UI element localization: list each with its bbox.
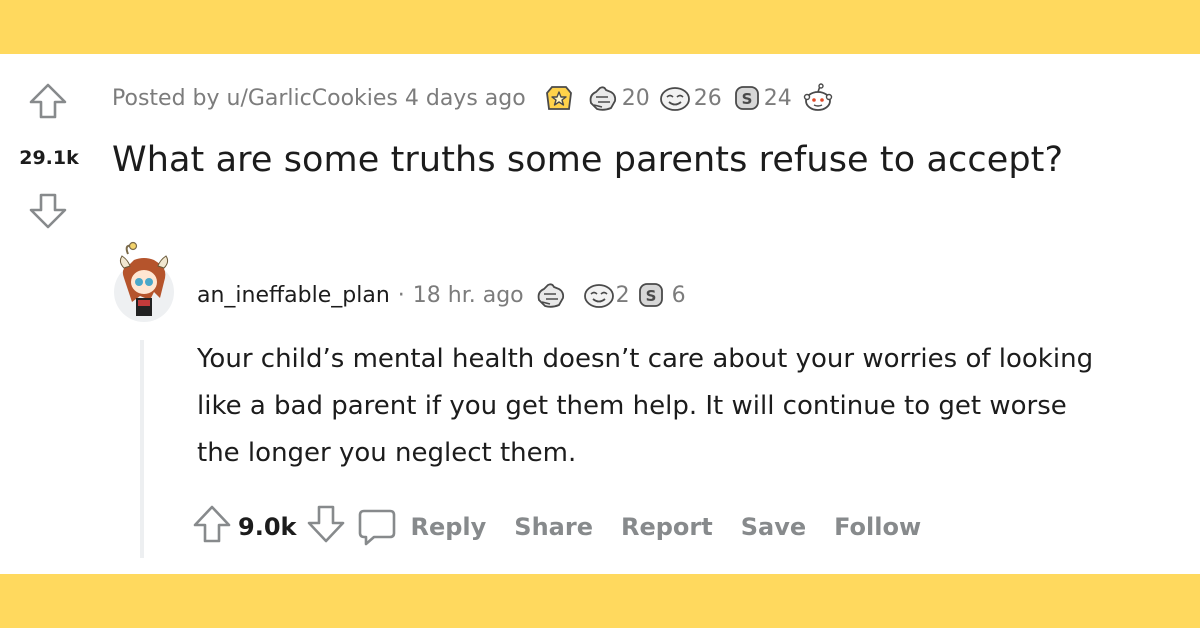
follow-button[interactable]: Follow: [834, 513, 921, 541]
reply-label: Reply: [410, 513, 487, 541]
wholesome-award-icon: [537, 283, 564, 308]
helpful-award-icon: [583, 284, 614, 308]
gold-award-icon: [545, 86, 572, 110]
silver-award-icon: S: [734, 86, 759, 110]
wholesome-award-count: 20: [621, 85, 650, 111]
thread-line[interactable]: [140, 340, 144, 558]
comment-author[interactable]: an_ineffable_plan: [197, 283, 390, 308]
comment-score: 9.0k: [238, 513, 297, 541]
helpful-award-icon: [659, 87, 690, 111]
reply-button[interactable]: Reply: [356, 507, 486, 547]
comment-helpful-award[interactable]: 2: [582, 280, 630, 310]
upvote-arrow-icon: [29, 83, 67, 119]
comment-wholesome-award[interactable]: [534, 280, 568, 310]
silver-award-icon: S: [638, 283, 663, 307]
upvote-arrow-icon: [193, 505, 231, 543]
post-meta-text[interactable]: Posted by u/GarlicCookies 4 days ago: [112, 86, 526, 111]
snoo-award[interactable]: [802, 82, 834, 114]
share-button[interactable]: Share: [514, 513, 593, 541]
downvote-arrow-icon: [29, 193, 67, 229]
comment-timestamp[interactable]: 18 hr. ago: [413, 283, 524, 308]
meta-separator: ·: [397, 282, 405, 308]
comment-helpful-award-count: 2: [615, 282, 630, 308]
post-title[interactable]: What are some truths some parents refuse…: [112, 140, 1063, 180]
svg-text:S: S: [645, 287, 656, 305]
silver-award-count: 24: [763, 85, 792, 111]
wholesome-award[interactable]: 20: [586, 83, 650, 113]
comment-silver-award-count: 6: [671, 282, 686, 308]
wholesome-award-icon: [589, 86, 616, 111]
snoo-award-icon: [803, 83, 832, 111]
comment-downvote-button[interactable]: [306, 503, 346, 551]
silver-award[interactable]: S 24: [732, 83, 792, 113]
post-downvote-button[interactable]: [28, 192, 68, 230]
comment-upvote-button[interactable]: [192, 503, 232, 551]
post-score: 29.1k: [19, 147, 79, 169]
comment-actions: 9.0k Reply Share Report Save Follow: [192, 503, 921, 551]
helpful-award[interactable]: 26: [658, 83, 722, 113]
comment-bubble-icon: [359, 509, 396, 546]
post-card: [0, 54, 1200, 574]
avatar-icon: [114, 241, 174, 322]
comment-body: Your child’s mental health doesn’t care …: [197, 344, 1094, 468]
avatar[interactable]: [110, 238, 178, 324]
post-meta: Posted by u/GarlicCookies 4 days ago 20 …: [112, 82, 834, 114]
report-button[interactable]: Report: [621, 513, 713, 541]
save-button[interactable]: Save: [741, 513, 806, 541]
svg-text:S: S: [741, 90, 752, 108]
downvote-arrow-icon: [308, 505, 345, 543]
comment-silver-award[interactable]: S 6: [636, 280, 686, 310]
comment-meta: an_ineffable_plan · 18 hr. ago 2 S 6: [197, 280, 686, 310]
helpful-award-count: 26: [693, 85, 722, 111]
gold-award[interactable]: [544, 83, 574, 113]
post-upvote-button[interactable]: [28, 82, 68, 120]
